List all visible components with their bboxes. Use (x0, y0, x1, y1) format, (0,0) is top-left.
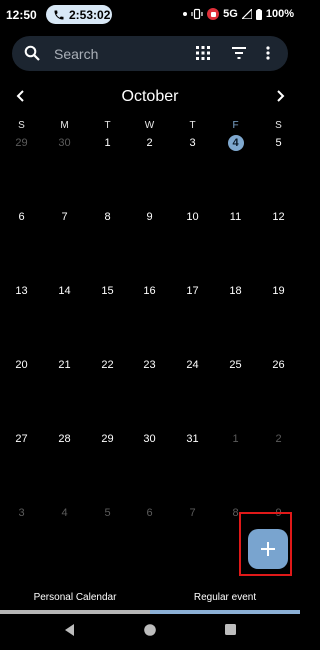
calendar-day[interactable]: 13 (0, 285, 43, 297)
battery-icon (255, 8, 262, 20)
weekday-label: W (144, 120, 155, 131)
more-options-icon[interactable] (266, 46, 270, 60)
vibrate-icon (191, 8, 203, 20)
battery-percent: 100% (265, 8, 294, 20)
call-timer: 2:53:02 (69, 7, 111, 22)
calendar-day[interactable]: 5 (86, 507, 129, 519)
calendar-day[interactable]: 14 (43, 285, 86, 297)
notification-dot-icon (183, 12, 188, 16)
calendar-day[interactable]: 4 (214, 137, 257, 149)
calendar-day[interactable]: 18 (214, 285, 257, 297)
search-input[interactable] (52, 44, 186, 64)
calendar-day[interactable]: 7 (171, 507, 214, 519)
search-icon[interactable] (24, 45, 40, 61)
next-month-icon[interactable] (272, 88, 288, 104)
screen-record-icon (207, 8, 220, 20)
plus-icon (261, 542, 275, 556)
calendar-day[interactable]: 6 (128, 507, 171, 519)
filter-icon[interactable] (232, 47, 246, 59)
calendar-day[interactable]: 7 (43, 211, 86, 223)
calendar-day[interactable]: 29 (0, 137, 43, 149)
back-icon[interactable] (64, 624, 76, 636)
calendar-day[interactable]: 22 (86, 359, 129, 371)
calendar-day[interactable]: 30 (43, 137, 86, 149)
tab-regular-event[interactable]: Regular event (150, 592, 300, 603)
recents-icon[interactable] (225, 624, 236, 635)
weekday-label: F (232, 120, 239, 131)
calendar-day[interactable]: 3 (0, 507, 43, 519)
calendar-day[interactable]: 11 (214, 211, 257, 223)
weekday-label: T (104, 120, 111, 131)
calendar-day[interactable]: 17 (171, 285, 214, 297)
signal-icon (241, 9, 252, 19)
calendar-day[interactable]: 6 (0, 211, 43, 223)
calendar-day[interactable]: 26 (257, 359, 300, 371)
calendar-day[interactable]: 23 (128, 359, 171, 371)
network-type: 5G (223, 8, 238, 20)
calendar-day[interactable]: 27 (0, 433, 43, 445)
status-icons: 5G 100% (183, 8, 294, 20)
calendar-day[interactable]: 2 (257, 433, 300, 445)
phone-icon (54, 10, 64, 19)
calendar-day[interactable]: 25 (214, 359, 257, 371)
calendar-day[interactable]: 21 (43, 359, 86, 371)
calendar-day[interactable]: 31 (171, 433, 214, 445)
calendar-day[interactable]: 10 (171, 211, 214, 223)
ongoing-call-chip[interactable]: 2:53:02 (46, 5, 112, 24)
calendar-day[interactable]: 30 (128, 433, 171, 445)
calendar-day[interactable]: 15 (86, 285, 129, 297)
home-icon[interactable] (144, 624, 156, 636)
calendar-day[interactable]: 8 (86, 211, 129, 223)
calendar-day[interactable]: 12 (257, 211, 300, 223)
tab-indicator-left (0, 610, 150, 614)
calendar-day[interactable]: 24 (171, 359, 214, 371)
calendar-day[interactable]: 4 (43, 507, 86, 519)
tab-indicator-right (150, 610, 300, 614)
weekday-label: T (189, 120, 196, 131)
calendar-day[interactable]: 9 (128, 211, 171, 223)
calendar-day[interactable]: 19 (257, 285, 300, 297)
weekday-label: M (60, 120, 69, 131)
add-event-button[interactable] (248, 529, 288, 569)
month-title[interactable]: October (0, 88, 300, 106)
weekday-label: S (275, 120, 282, 131)
search-bar[interactable] (12, 36, 288, 71)
calendar-day[interactable]: 1 (86, 137, 129, 149)
status-time: 12:50 (6, 8, 37, 22)
calendar-day[interactable]: 29 (86, 433, 129, 445)
weekday-label: S (18, 120, 25, 131)
status-bar: 12:50 2:53:02 5G 100% (0, 0, 300, 30)
grid-view-icon[interactable] (196, 46, 210, 60)
weekday-header: SMTWTFS (0, 120, 300, 134)
calendar-day[interactable]: 28 (43, 433, 86, 445)
calendar-day[interactable]: 16 (128, 285, 171, 297)
calendar-day[interactable]: 1 (214, 433, 257, 445)
calendar-day[interactable]: 20 (0, 359, 43, 371)
calendar-day[interactable]: 2 (128, 137, 171, 149)
calendar-day[interactable]: 3 (171, 137, 214, 149)
tab-personal-calendar[interactable]: Personal Calendar (0, 592, 150, 603)
calendar-day[interactable]: 5 (257, 137, 300, 149)
